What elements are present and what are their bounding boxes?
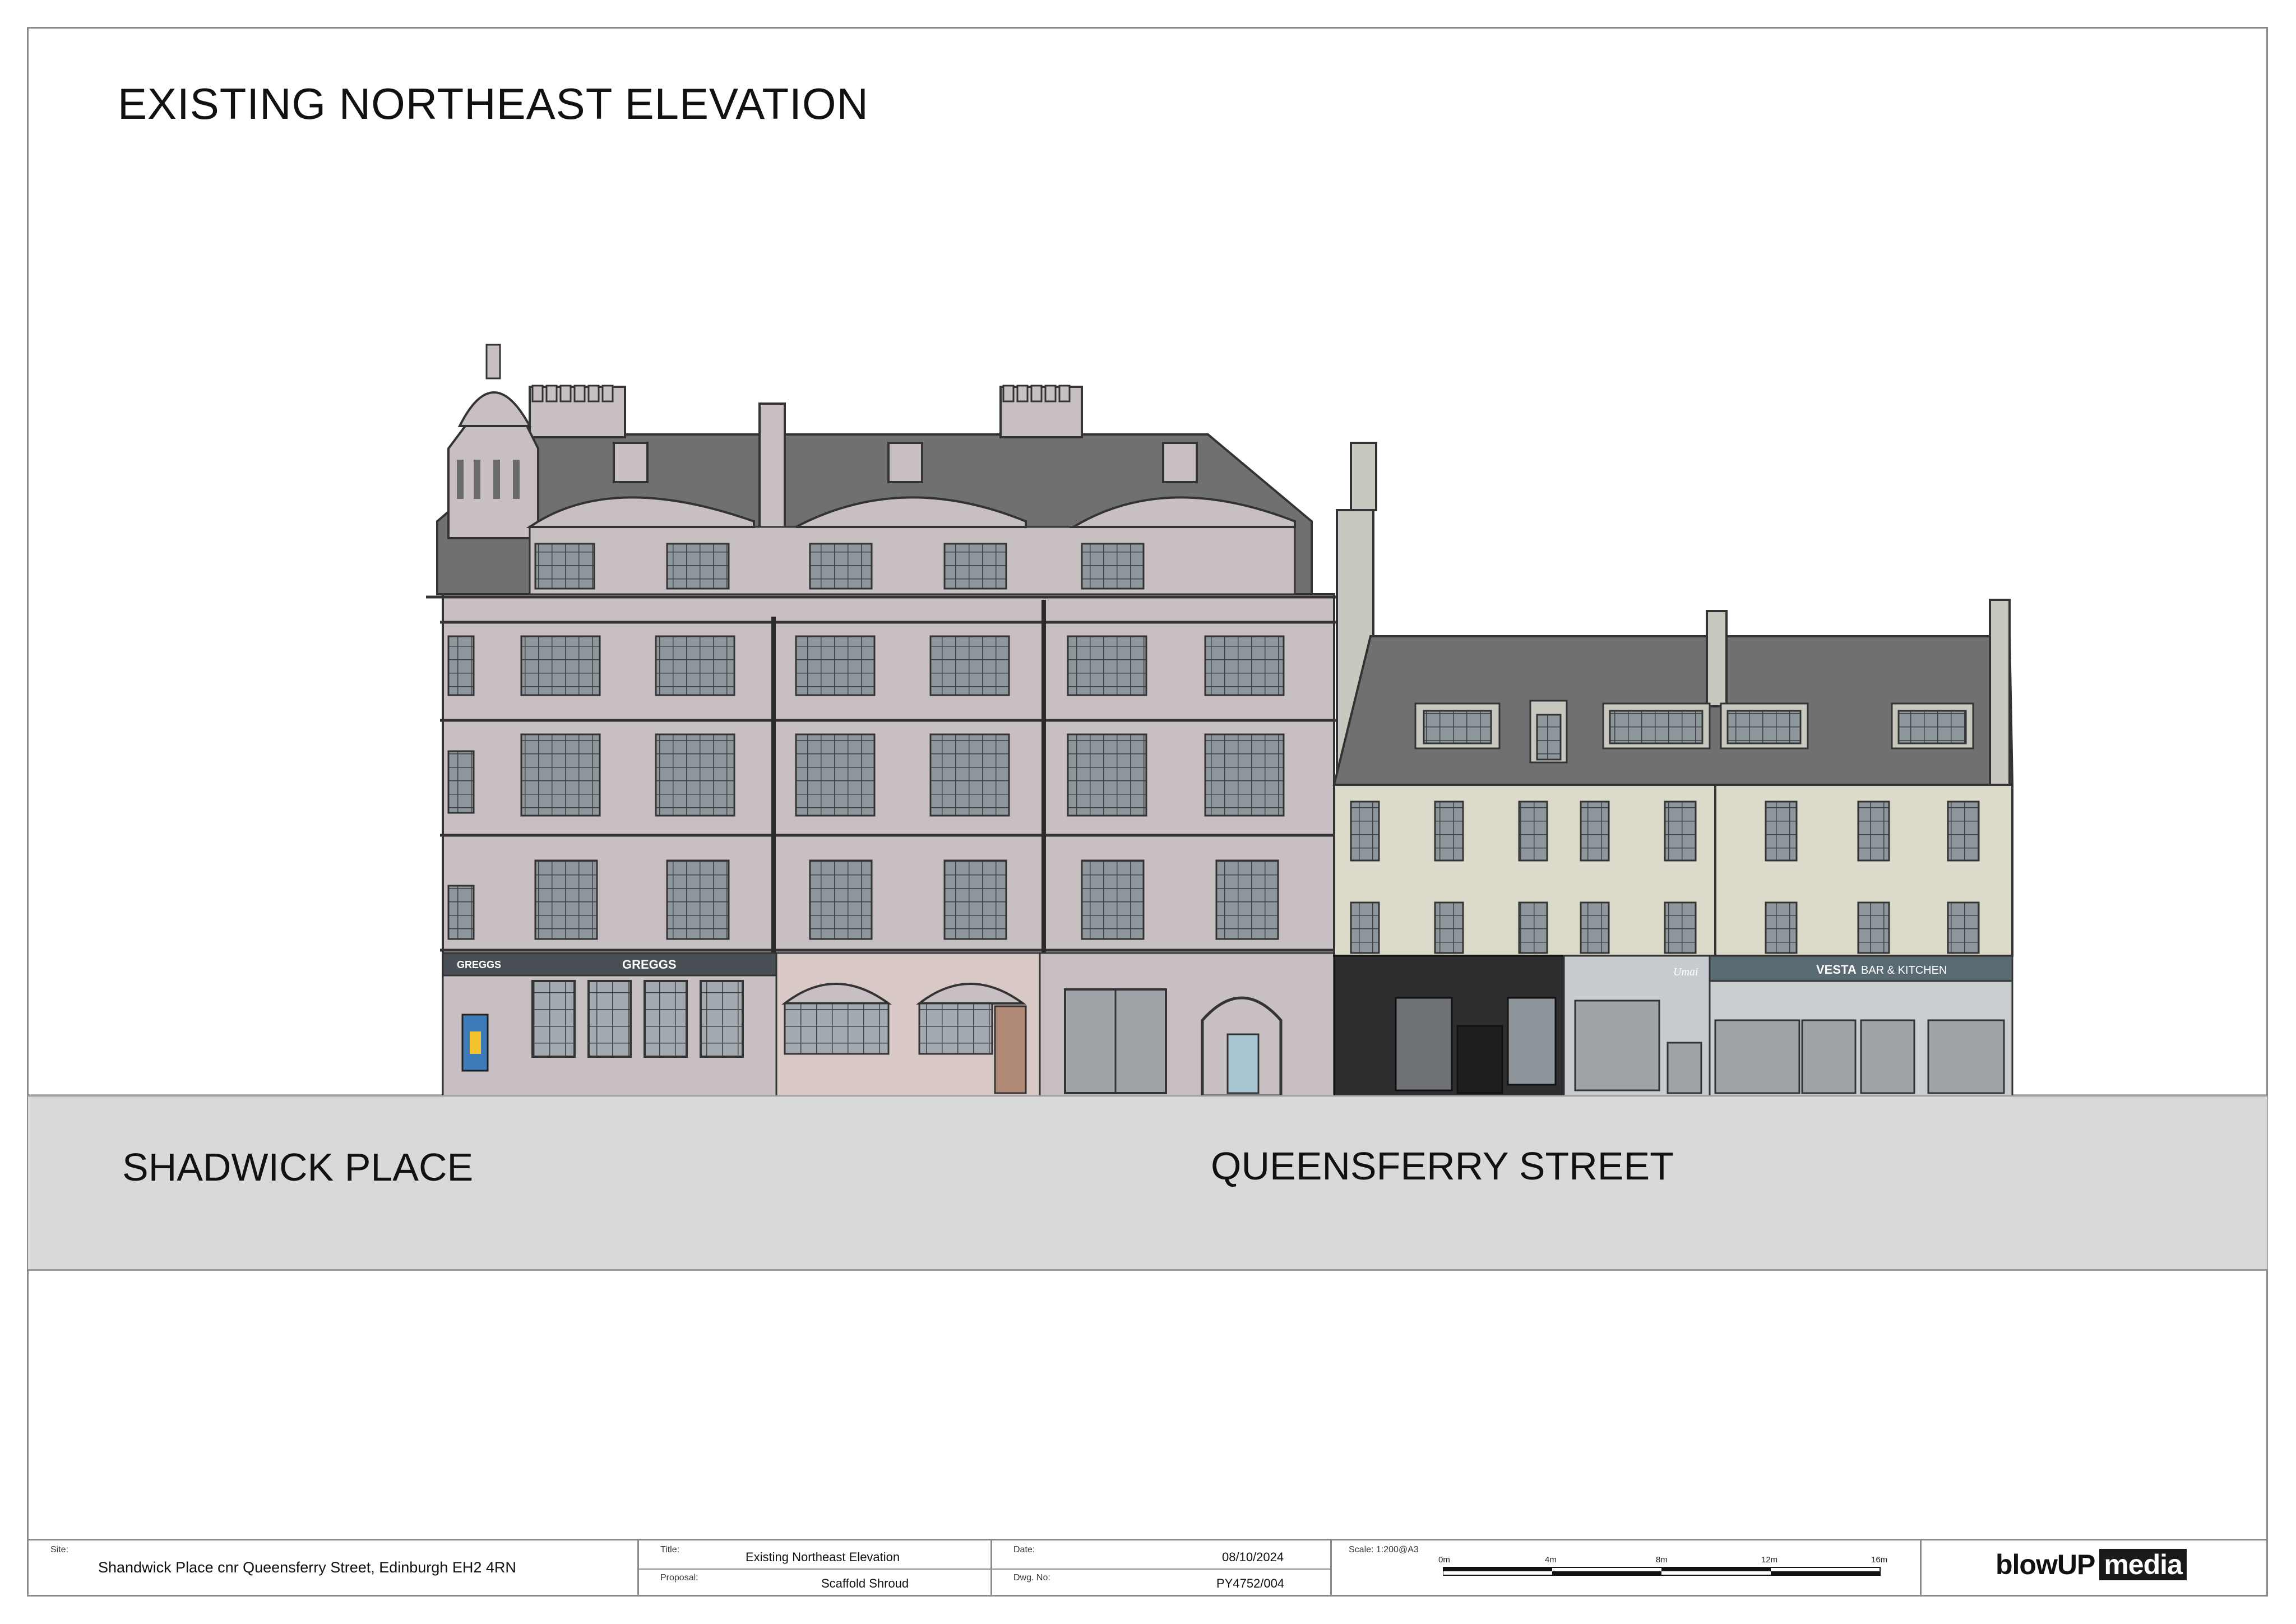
vesta-sign-sub: BAR & KITCHEN <box>1861 964 1947 977</box>
scale-tick-12: 12m <box>1761 1555 1778 1565</box>
date-value: 08/10/2024 <box>1222 1550 1284 1564</box>
scale-bar <box>1443 1567 1881 1576</box>
greggs-sign-small: GREGGS <box>457 959 501 970</box>
scale-tick-4: 4m <box>1545 1555 1557 1565</box>
company-logo: blowUP media <box>1996 1548 2187 1581</box>
title-value: Existing Northeast Elevation <box>746 1550 900 1564</box>
date-label: Date: <box>1013 1545 1035 1554</box>
elevation-drawing: GREGGS GREGGS Umai VESTA BAR & KITCHEN <box>28 344 2267 1098</box>
site-cell: Site: Shandwick Place cnr Queensferry St… <box>27 1540 639 1597</box>
title-block: Site: Shandwick Place cnr Queensferry St… <box>27 1539 2268 1597</box>
proposal-label: Proposal: <box>660 1573 698 1583</box>
title-label: Title: <box>660 1545 680 1554</box>
logo-text-left: blowUP <box>1996 1549 2095 1580</box>
stone-building <box>426 344 1343 1098</box>
logo-text-right: media <box>2099 1549 2187 1580</box>
proposal-value: Scaffold Shroud <box>821 1576 909 1590</box>
vesta-sign-name: VESTA <box>1816 963 1857 977</box>
site-value: Shandwick Place cnr Queensferry Street, … <box>98 1559 516 1576</box>
date-cell: Date: 08/10/2024 Dwg. No: PY4752/004 <box>992 1540 1332 1597</box>
greggs-sign-main: GREGGS <box>622 957 677 971</box>
scale-cell: Scale: 1:200@A3 0m 4m 8m 12m 16m <box>1332 1540 1922 1597</box>
street-label-queensferry: QUEENSFERRY STREET <box>1211 1144 1674 1188</box>
title-cell: Title: Existing Northeast Elevation Prop… <box>639 1540 992 1597</box>
site-label: Site: <box>50 1545 69 1554</box>
umai-sign: Umai <box>1673 966 1698 978</box>
dwg-label: Dwg. No: <box>1013 1573 1050 1583</box>
scale-tick-0: 0m <box>1438 1555 1450 1565</box>
cream-building <box>1332 442 2014 1097</box>
dwg-value: PY4752/004 <box>1216 1576 1285 1590</box>
street-label-shadwick: SHADWICK PLACE <box>122 1145 474 1189</box>
scale-tick-8: 8m <box>1656 1555 1668 1565</box>
scale-label: Scale: 1:200@A3 <box>1349 1545 1419 1554</box>
scale-tick-16: 16m <box>1871 1555 1888 1565</box>
